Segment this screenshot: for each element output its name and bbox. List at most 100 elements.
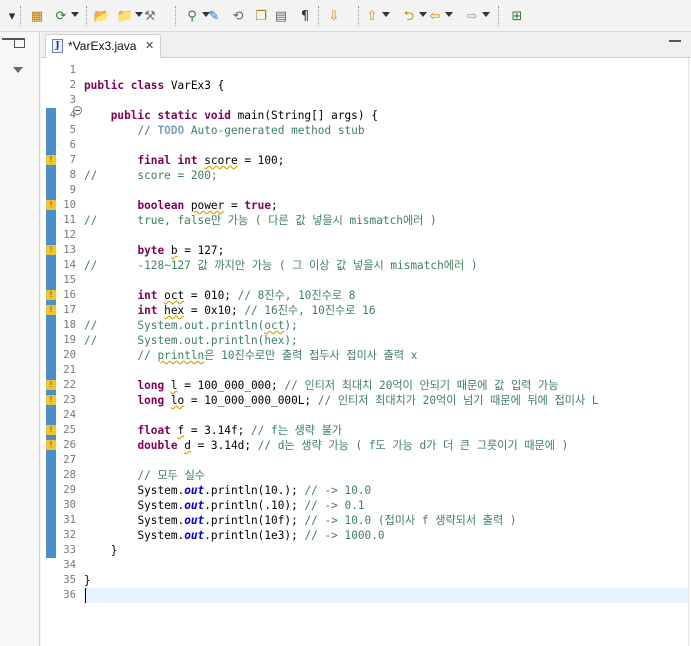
code-token: = 3.14d; xyxy=(190,439,258,452)
line-number: 6 xyxy=(69,139,76,151)
code-token: out xyxy=(184,514,205,527)
search-icon[interactable]: ⚲ xyxy=(183,7,201,25)
code-line[interactable]: } xyxy=(84,573,91,588)
code-token: long xyxy=(137,394,171,407)
code-line[interactable]: // true, false만 가능 ( 다른 값 넣을시 mismatch에러… xyxy=(84,213,437,228)
package-icon[interactable]: ▦ xyxy=(28,7,46,25)
line-number: 13 xyxy=(63,244,76,256)
java-file-icon: J xyxy=(52,39,63,53)
debug-run-dropdown-arrow[interactable] xyxy=(71,12,79,17)
back-arrow-icon[interactable]: ⇦ xyxy=(426,7,444,25)
line-number: 16 xyxy=(63,289,76,301)
view-menu-icon[interactable] xyxy=(13,67,23,73)
code-line[interactable]: } xyxy=(84,543,118,558)
code-line[interactable]: // TODO Auto-generated method stub xyxy=(84,123,365,138)
line-number: 15 xyxy=(63,274,76,286)
code-line[interactable]: public static void main(String[] args) { xyxy=(84,108,378,123)
code-line[interactable]: System.out.println(1e3); // -> 1000.0 xyxy=(84,528,384,543)
copy-icon[interactable]: ❐ xyxy=(252,7,270,25)
warning-icon[interactable]: ! xyxy=(46,425,56,435)
code-token: // xyxy=(84,334,98,347)
line-number: 23 xyxy=(63,394,76,406)
code-token: // xyxy=(84,319,98,332)
code-token: public class xyxy=(84,79,171,92)
warning-icon[interactable]: ! xyxy=(46,380,56,390)
line-number: 2 xyxy=(69,79,76,91)
code-token: Auto-generated method stub xyxy=(184,124,365,137)
code-token: double xyxy=(137,439,185,452)
code-line[interactable]: long lo = 10_000_000_000L; // 인티저 최대치가 2… xyxy=(84,393,598,408)
prev-annotation-icon[interactable]: ⇧ xyxy=(363,7,381,25)
code-token: b xyxy=(170,244,178,257)
warning-icon[interactable]: ! xyxy=(46,305,56,315)
maximize-icon[interactable] xyxy=(14,38,25,48)
code-token: byte xyxy=(137,244,171,257)
back-icon[interactable]: ⮌ xyxy=(400,7,418,25)
document-icon[interactable]: ▤ xyxy=(272,7,290,25)
code-line[interactable]: int hex = 0x10; // 16진수, 10진수로 16 xyxy=(84,303,375,318)
text-caret xyxy=(85,588,86,603)
warning-icon[interactable]: ! xyxy=(46,245,56,255)
forward-arrow-icon[interactable]: ⇨ xyxy=(463,7,481,25)
warning-icon[interactable]: ! xyxy=(46,290,56,300)
pen-icon[interactable]: ✎ xyxy=(205,7,223,25)
line-number: 24 xyxy=(63,409,76,421)
toolbar-separator xyxy=(358,6,359,26)
code-line[interactable]: byte b = 127; xyxy=(84,243,224,258)
code-line[interactable]: int oct = 010; // 8진수, 10진수로 8 xyxy=(84,288,355,303)
debug-run-icon[interactable]: ⟳ xyxy=(52,7,70,25)
back-arrow-dropdown-arrow[interactable] xyxy=(445,12,453,17)
close-icon[interactable]: ✕ xyxy=(145,39,154,52)
code-token: main(String[] xyxy=(237,109,332,122)
code-editor[interactable]: public class VarEx3 { public static void… xyxy=(84,61,691,646)
code-token: // xyxy=(137,349,158,362)
warning-icon[interactable]: ! xyxy=(46,155,56,165)
code-line[interactable]: // score = 200; xyxy=(84,168,218,183)
code-token: .println(.10); xyxy=(204,499,305,512)
code-token: } xyxy=(84,544,118,557)
line-number: 18 xyxy=(63,319,76,331)
line-number: 21 xyxy=(63,364,76,376)
next-annotation-icon[interactable]: ⇩ xyxy=(325,7,343,25)
code-line[interactable]: // println은 10진수로만 출력 접두사 접미사 출력 x xyxy=(84,348,417,363)
code-line[interactable]: // -128~127 값 까지만 가능 ( 그 이상 값 넣을시 mismat… xyxy=(84,258,478,273)
line-number: 11 xyxy=(63,214,76,226)
editor-area: J *VarEx3.java ✕ !!!!!!!!! 1 2 3 4 5 6 7 8 9 10 11… xyxy=(41,32,691,646)
forward-arrow-dropdown-arrow[interactable] xyxy=(482,12,490,17)
warning-icon[interactable]: ! xyxy=(46,200,56,210)
build-icon[interactable]: ⚒ xyxy=(141,7,159,25)
code-line[interactable]: boolean power = true; xyxy=(84,198,277,213)
code-line[interactable]: double d = 3.14d; // d는 생략 가능 ( f도 가능 d가… xyxy=(84,438,568,453)
code-line[interactable]: // System.out.println(oct); xyxy=(84,318,298,333)
code-token: .println(10f); xyxy=(204,514,305,527)
open-icon[interactable]: 📁 xyxy=(116,7,134,25)
code-line[interactable]: final int score = 100; xyxy=(84,153,284,168)
code-line[interactable]: System.out.println(10.); // -> 10.0 xyxy=(84,483,371,498)
new-dropdown-icon[interactable]: ▾ xyxy=(3,7,21,25)
code-line[interactable]: System.out.println(10f); // -> 10.0 (접미사… xyxy=(84,513,516,528)
code-line[interactable]: System.out.println(.10); // -> 0.1 xyxy=(84,498,364,513)
refresh-icon[interactable]: ⟲ xyxy=(229,7,247,25)
perspective-icon[interactable]: ⊞ xyxy=(508,7,526,25)
open-folder-icon[interactable]: 📂 xyxy=(93,7,111,25)
line-number: 1 xyxy=(69,64,76,76)
code-line[interactable]: public class VarEx3 { xyxy=(84,78,224,93)
tab-varex3-java[interactable]: J *VarEx3.java ✕ xyxy=(45,34,161,58)
warning-icon[interactable]: ! xyxy=(46,395,56,405)
line-number: 26 xyxy=(63,439,76,451)
minimize-icon[interactable] xyxy=(2,38,14,40)
editor-minimize-icon[interactable] xyxy=(669,40,681,42)
code-token: out xyxy=(184,529,205,542)
code-line[interactable]: // System.out.println(hex); xyxy=(84,333,298,348)
code-token: // d는 생략 가능 ( f도 가능 d가 더 큰 그릇이기 때문에 ) xyxy=(257,439,569,452)
code-token: = 100_000_000; xyxy=(177,379,285,392)
paragraph-icon[interactable]: ¶ xyxy=(296,7,314,25)
prev-annotation-dropdown-arrow[interactable] xyxy=(382,12,390,17)
code-line[interactable]: float f = 3.14f; // f는 생략 불가 xyxy=(84,423,342,438)
code-token: System.out.println( xyxy=(97,319,265,332)
code-line[interactable]: long l = 100_000_000; // 인티저 최대치 20억이 안되… xyxy=(84,378,558,393)
warning-icon[interactable]: ! xyxy=(46,440,56,450)
code-line[interactable]: // 모두 실수 xyxy=(84,468,205,483)
